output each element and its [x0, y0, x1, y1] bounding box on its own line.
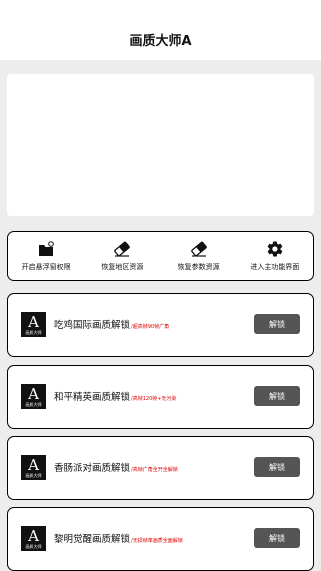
card-note: /高帧广角全开全解锁: [131, 467, 178, 473]
content-panel: [7, 74, 314, 216]
card-title: 和平精英画质解锁/高帧120帧+无污染: [54, 392, 177, 403]
card-title: 吃鸡国际画质解锁/超高帧90帧广角: [54, 320, 170, 331]
app-logo: A 画质大师: [21, 384, 46, 409]
tool-label: 恢复参数资源: [177, 263, 220, 271]
unlock-button[interactable]: 解锁: [254, 528, 300, 548]
app-logo: A 画质大师: [21, 455, 46, 480]
eraser-icon: [113, 240, 131, 258]
eraser-icon: [190, 240, 208, 258]
unlock-button[interactable]: 解锁: [254, 457, 300, 477]
card-title: 黎明觉醒画质解锁/无损帧率画质全面解锁: [54, 534, 183, 545]
unlock-button[interactable]: 解锁: [254, 314, 300, 334]
quick-toolbar: 开启悬浮窗权限 恢复地区资源 恢复参数资源 进入主功能界面: [7, 231, 314, 281]
unlock-card: A 画质大师 香肠派对画质解锁/高帧广角全开全解锁 解锁: [7, 436, 314, 500]
card-note: /超高帧90帧广角: [131, 324, 170, 330]
tool-label: 恢复地区资源: [101, 263, 144, 271]
app-logo: A 画质大师: [21, 526, 46, 551]
gear-icon: [266, 240, 284, 258]
page-title: 画质大师A: [129, 33, 192, 49]
app-header: 画质大师A: [0, 0, 321, 60]
card-title: 香肠派对画质解锁/高帧广角全开全解锁: [54, 463, 178, 474]
unlock-button[interactable]: 解锁: [254, 386, 300, 406]
card-note: /高帧120帧+无污染: [131, 396, 177, 402]
app-logo: A 画质大师: [21, 312, 46, 337]
folder-icon: [37, 240, 55, 258]
unlock-card: A 画质大师 和平精英画质解锁/高帧120帧+无污染 解锁: [7, 365, 314, 429]
unlock-card: A 画质大师 黎明觉醒画质解锁/无损帧率画质全面解锁 解锁: [7, 507, 314, 571]
tool-restore-params[interactable]: 恢复参数资源: [161, 240, 237, 272]
tool-enter-main[interactable]: 进入主功能界面: [237, 240, 313, 272]
tool-open-float-permission[interactable]: 开启悬浮窗权限: [8, 240, 84, 272]
unlock-card: A 画质大师 吃鸡国际画质解锁/超高帧90帧广角 解锁: [7, 293, 314, 357]
card-note: /无损帧率画质全面解锁: [131, 538, 183, 544]
tool-restore-region[interactable]: 恢复地区资源: [84, 240, 160, 272]
tool-label: 进入主功能界面: [250, 263, 300, 271]
tool-label: 开启悬浮窗权限: [21, 263, 71, 271]
